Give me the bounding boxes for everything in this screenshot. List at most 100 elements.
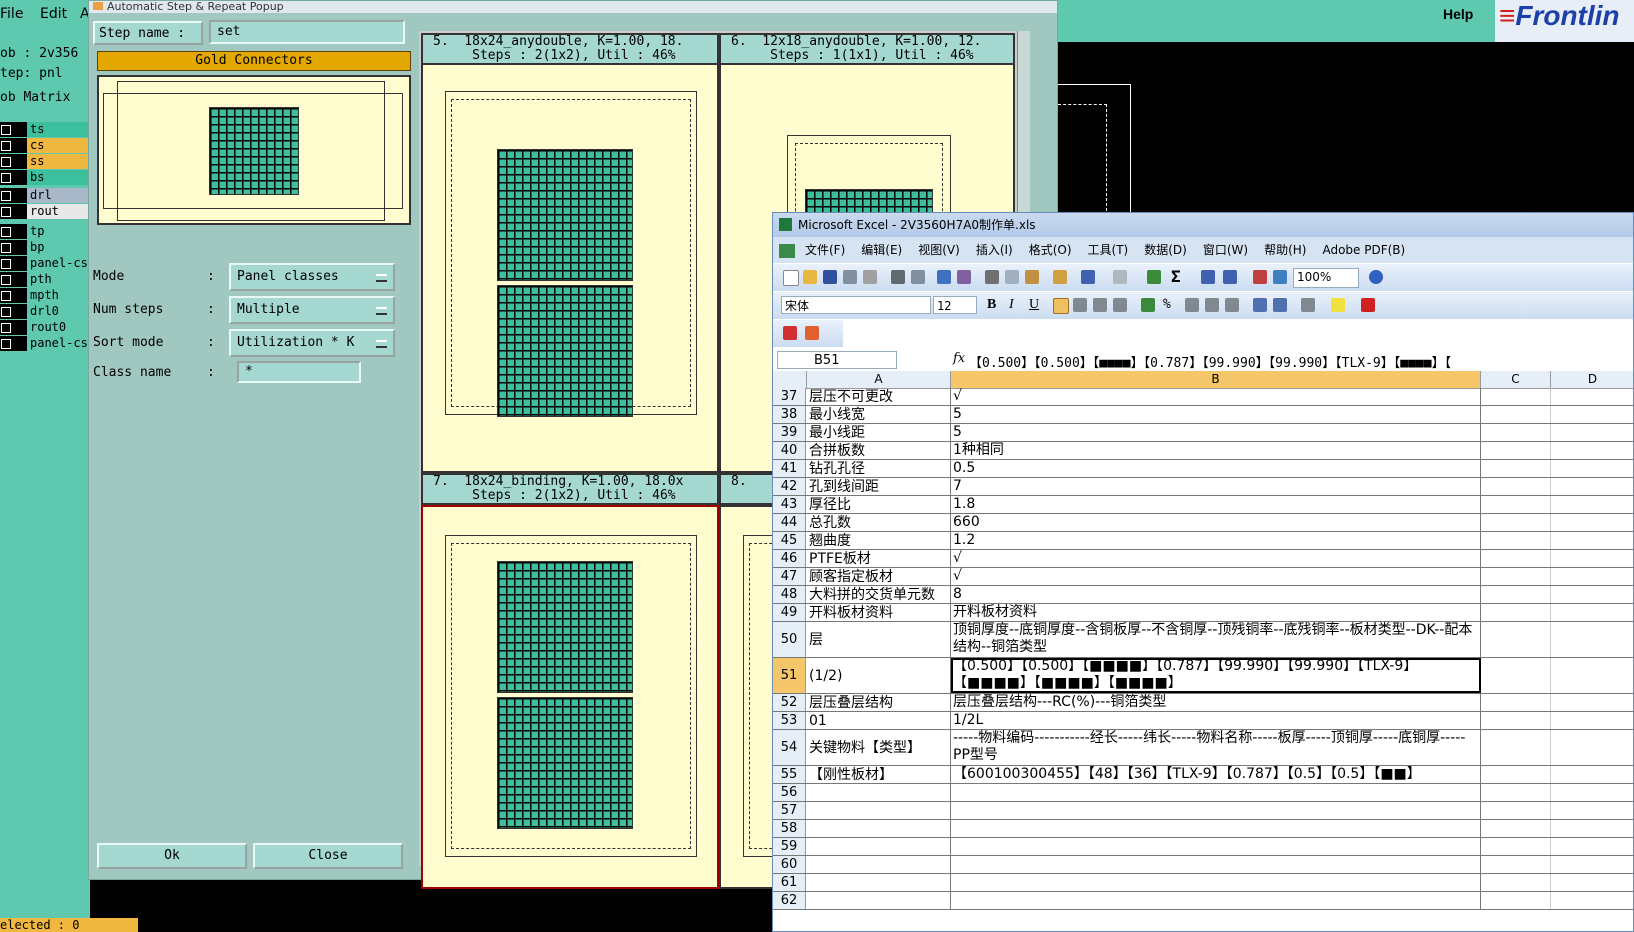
layer-row[interactable]: rout0 xyxy=(0,320,92,335)
cell-a[interactable] xyxy=(807,838,951,855)
cell-c[interactable] xyxy=(1481,874,1551,891)
menu-tools[interactable]: 工具(T) xyxy=(1088,243,1129,257)
row-header[interactable]: 41 xyxy=(773,460,806,477)
row-header[interactable]: 44 xyxy=(773,514,806,531)
row-header[interactable]: 62 xyxy=(773,892,806,909)
row-header[interactable]: 37 xyxy=(773,388,806,405)
cell-c[interactable] xyxy=(1481,496,1551,513)
row-header[interactable]: 46 xyxy=(773,550,806,567)
permission-icon[interactable] xyxy=(843,270,857,284)
cell-c[interactable] xyxy=(1481,802,1551,819)
cell-c[interactable] xyxy=(1481,586,1551,603)
cell-a[interactable]: 层 xyxy=(807,622,951,657)
menu-help[interactable]: Help xyxy=(1443,6,1473,22)
drawing-icon[interactable] xyxy=(1273,270,1287,284)
cell-a[interactable]: 顾客指定板材 xyxy=(807,568,951,585)
cell-a[interactable]: 【刚性板材】 xyxy=(807,766,951,783)
cell-b[interactable] xyxy=(951,892,1481,909)
row-header[interactable]: 38 xyxy=(773,406,806,423)
layer-checkbox[interactable] xyxy=(1,157,11,167)
cell-a[interactable]: 合拼板数 xyxy=(807,442,951,459)
cell-a[interactable] xyxy=(807,820,951,837)
cell-c[interactable] xyxy=(1481,550,1551,567)
cell-c[interactable] xyxy=(1481,712,1551,729)
menu-file[interactable]: 文件(F) xyxy=(805,243,845,257)
cell-b[interactable]: 5 xyxy=(951,424,1481,441)
align-left-icon[interactable] xyxy=(1053,298,1069,314)
cell-a[interactable]: 厚径比 xyxy=(807,496,951,513)
cell-c[interactable] xyxy=(1481,856,1551,873)
mode-dropdown[interactable]: Panel classes xyxy=(229,263,395,291)
layer-row[interactable]: ss xyxy=(0,154,92,169)
cell-c[interactable] xyxy=(1481,820,1551,837)
cell-b[interactable]: 层压叠层结构---RC(%)---铜箔类型 xyxy=(951,694,1481,711)
cell-b[interactable]: 1.2 xyxy=(951,532,1481,549)
menu-view[interactable]: 视图(V) xyxy=(918,243,960,257)
cell-a[interactable]: PTFE板材 xyxy=(807,550,951,567)
cell-c[interactable] xyxy=(1481,784,1551,801)
row-header[interactable]: 40 xyxy=(773,442,806,459)
job-matrix-label[interactable]: ob Matrix xyxy=(0,90,70,105)
row-header[interactable]: 49 xyxy=(773,604,806,621)
currency-icon[interactable] xyxy=(1141,298,1155,312)
row-header[interactable]: 42 xyxy=(773,478,806,495)
hyperlink-icon[interactable] xyxy=(1147,270,1161,284)
cell-c[interactable] xyxy=(1481,892,1551,909)
cell-a[interactable]: 钻孔孔径 xyxy=(807,460,951,477)
layer-row[interactable]: panel-cs0 xyxy=(0,336,95,351)
menu-adobe-pdf[interactable]: Adobe PDF(B) xyxy=(1322,243,1405,257)
cell-c[interactable] xyxy=(1481,532,1551,549)
fill-color-icon[interactable] xyxy=(1331,298,1345,312)
row-header[interactable]: 51 xyxy=(773,658,806,693)
layer-checkbox[interactable] xyxy=(1,291,11,301)
cell-b[interactable]: 开料板材资料 xyxy=(951,604,1481,621)
cell-b[interactable]: 7 xyxy=(951,478,1481,495)
sort-descending-icon[interactable] xyxy=(1223,270,1237,284)
class-7-header[interactable]: 7. 18x24_binding, K=1.00, 18.0x Steps : … xyxy=(421,473,719,505)
column-header-d[interactable]: D xyxy=(1551,371,1633,388)
cell-c[interactable] xyxy=(1481,766,1551,783)
cell-a[interactable]: 最小线宽 xyxy=(807,406,951,423)
cell-c[interactable] xyxy=(1481,658,1551,693)
sort-mode-dropdown[interactable]: Utilization * K xyxy=(229,329,395,357)
comma-style-icon[interactable] xyxy=(1185,298,1199,312)
cell-a[interactable]: 大料拼的交货单元数 xyxy=(807,586,951,603)
convert-and-email-icon[interactable] xyxy=(805,326,819,340)
row-header[interactable]: 53 xyxy=(773,712,806,729)
cell-b[interactable]: 1.8 xyxy=(951,496,1481,513)
insert-function-icon[interactable]: fx xyxy=(953,351,965,366)
menu-edit[interactable]: Edit xyxy=(40,6,67,22)
new-icon[interactable] xyxy=(783,270,799,286)
print-preview-icon[interactable] xyxy=(911,270,925,284)
research-icon[interactable] xyxy=(957,270,971,284)
layer-checkbox[interactable] xyxy=(1,191,11,201)
cell-c[interactable] xyxy=(1481,424,1551,441)
row-header[interactable]: 61 xyxy=(773,874,806,891)
layer-checkbox[interactable] xyxy=(1,259,11,269)
cell-a[interactable] xyxy=(807,802,951,819)
layer-checkbox[interactable] xyxy=(1,307,11,317)
cell-a[interactable] xyxy=(807,892,951,909)
cell-b[interactable]: 【0.500】【0.500】【■■■■】【0.787】【99.990】【99.9… xyxy=(951,658,1481,693)
cell-b[interactable]: √ xyxy=(951,568,1481,585)
menu-file[interactable]: File xyxy=(0,6,23,22)
cell-a[interactable]: 最小线距 xyxy=(807,424,951,441)
menu-format[interactable]: 格式(O) xyxy=(1029,243,1072,257)
ok-button[interactable]: Ok xyxy=(97,843,247,869)
spelling-icon[interactable] xyxy=(937,270,951,284)
copy-icon[interactable] xyxy=(1005,270,1019,284)
cell-c[interactable] xyxy=(1481,514,1551,531)
cell-b[interactable]: -----物料编码-----------经长-----纬长-----物料名称--… xyxy=(951,730,1481,765)
layer-row[interactable]: cs xyxy=(0,138,92,153)
layer-row[interactable]: bp xyxy=(0,240,92,255)
cell-a[interactable]: 关键物料【类型】 xyxy=(807,730,951,765)
layer-row[interactable]: ts xyxy=(0,122,92,137)
row-header[interactable]: 56 xyxy=(773,784,806,801)
cell-b[interactable]: 660 xyxy=(951,514,1481,531)
cell-b[interactable]: √ xyxy=(951,388,1481,405)
email-icon[interactable] xyxy=(863,270,877,284)
row-header[interactable]: 55 xyxy=(773,766,806,783)
undo-icon[interactable] xyxy=(1081,270,1095,284)
borders-icon[interactable] xyxy=(1301,298,1315,312)
cell-b[interactable]: 1种相同 xyxy=(951,442,1481,459)
